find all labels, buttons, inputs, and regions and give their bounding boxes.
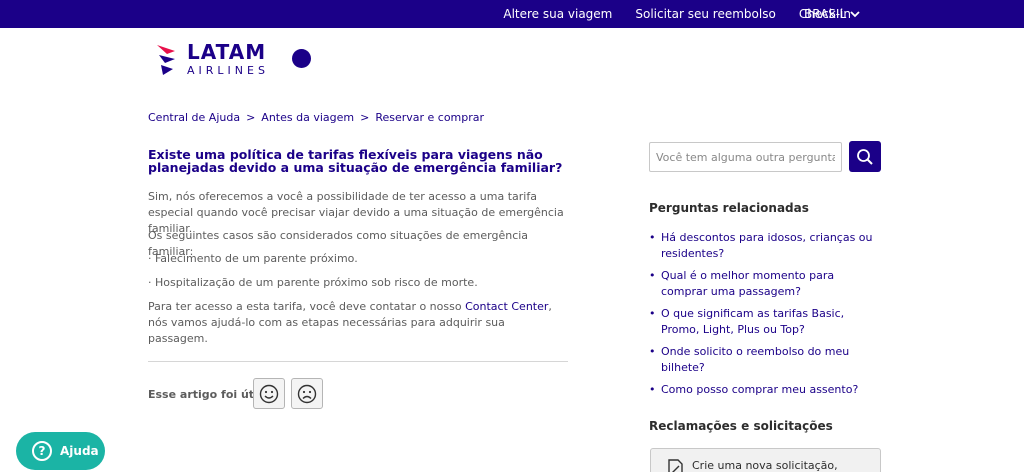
chevron-down-icon <box>850 11 860 18</box>
search-button[interactable] <box>849 141 881 172</box>
related-question-item[interactable]: • O que significam as tarifas Basic, Prom… <box>649 306 881 337</box>
breadcrumb-help-center[interactable]: Central de Ajuda <box>148 111 240 124</box>
bullet: • <box>649 231 656 244</box>
document-edit-icon <box>668 459 683 472</box>
breadcrumb-book-and-buy[interactable]: Reservar e comprar <box>375 111 484 124</box>
related-question-item[interactable]: • Há descontos para idosos, crianças ou r… <box>649 230 881 261</box>
smiley-happy-icon <box>259 384 279 403</box>
breadcrumb-before-trip[interactable]: Antes da viagem <box>261 111 354 124</box>
related-question-link[interactable]: O que significam as tarifas Basic, Promo… <box>661 306 881 337</box>
related-question-link[interactable]: Como posso comprar meu assento? <box>661 382 858 398</box>
feedback-sad-button[interactable] <box>291 378 323 409</box>
related-question-item[interactable]: • Qual é o melhor momento para comprar um… <box>649 268 881 299</box>
bullet: • <box>649 383 656 396</box>
smiley-sad-icon <box>297 384 317 403</box>
country-label: BRASIL <box>804 7 847 21</box>
new-request-label: Crie uma nova solicitação, <box>692 459 838 472</box>
breadcrumb-separator: > <box>246 111 256 124</box>
alliance-logo-icon <box>292 49 311 68</box>
feedback-happy-button[interactable] <box>253 378 285 409</box>
article-paragraph-contact: Para ter acesso a esta tarifa, você deve… <box>148 299 568 347</box>
contact-center-link[interactable]: Contact Center <box>465 300 548 313</box>
latam-logo-icon <box>157 45 175 75</box>
new-request-card[interactable]: Crie uma nova solicitação, <box>650 448 881 472</box>
help-button[interactable]: ? Ajuda <box>16 432 105 470</box>
related-question-item[interactable]: • Onde solicito o reembolso do meu bilhet… <box>649 344 881 375</box>
related-questions-list: • Há descontos para idosos, crianças ou r… <box>649 230 881 405</box>
logo-line-airlines: AIRLINES <box>187 64 269 77</box>
bullet: • <box>649 307 656 320</box>
related-question-item[interactable]: • Como posso comprar meu assento? <box>649 382 881 398</box>
article-list-item: · Hospitalização de um parente próximo s… <box>148 276 478 289</box>
article-title: Existe uma política de tarifas flexíveis… <box>148 147 563 175</box>
top-nav: Altere sua viagem Solicitar seu reembols… <box>503 0 851 28</box>
related-question-link[interactable]: Há descontos para idosos, crianças ou re… <box>661 230 881 261</box>
related-questions-heading: Perguntas relacionadas <box>649 201 809 215</box>
related-question-link[interactable]: Onde solicito o reembolso do meu bilhete… <box>661 344 881 375</box>
bullet: • <box>649 269 656 282</box>
topnav-change-trip[interactable]: Altere sua viagem <box>503 7 612 21</box>
feedback-question: Esse artigo foi útil? <box>148 388 268 401</box>
breadcrumb: Central de Ajuda > Antes da viagem > Res… <box>148 111 484 124</box>
logo-wordmark: LATAM AIRLINES <box>187 42 269 76</box>
contact-text-before: Para ter acesso a esta tarifa, você deve… <box>148 300 466 313</box>
article-divider <box>148 361 568 362</box>
latam-logo[interactable]: LATAM AIRLINES <box>155 40 269 78</box>
breadcrumb-separator: > <box>360 111 370 124</box>
search-input[interactable] <box>649 142 842 172</box>
search-icon <box>857 148 873 165</box>
topnav-request-refund[interactable]: Solicitar seu reembolso <box>635 7 775 21</box>
complaints-heading: Reclamações e solicitações <box>649 419 833 433</box>
help-button-label: Ajuda <box>60 444 99 458</box>
question-mark-icon: ? <box>32 441 52 461</box>
related-question-link[interactable]: Qual é o melhor momento para comprar uma… <box>661 268 881 299</box>
logo-line-latam: LATAM <box>187 40 267 64</box>
country-selector[interactable]: BRASIL <box>804 0 860 28</box>
article-list-item: · Falecimento de um parente próximo. <box>148 252 358 265</box>
bullet: • <box>649 345 656 358</box>
